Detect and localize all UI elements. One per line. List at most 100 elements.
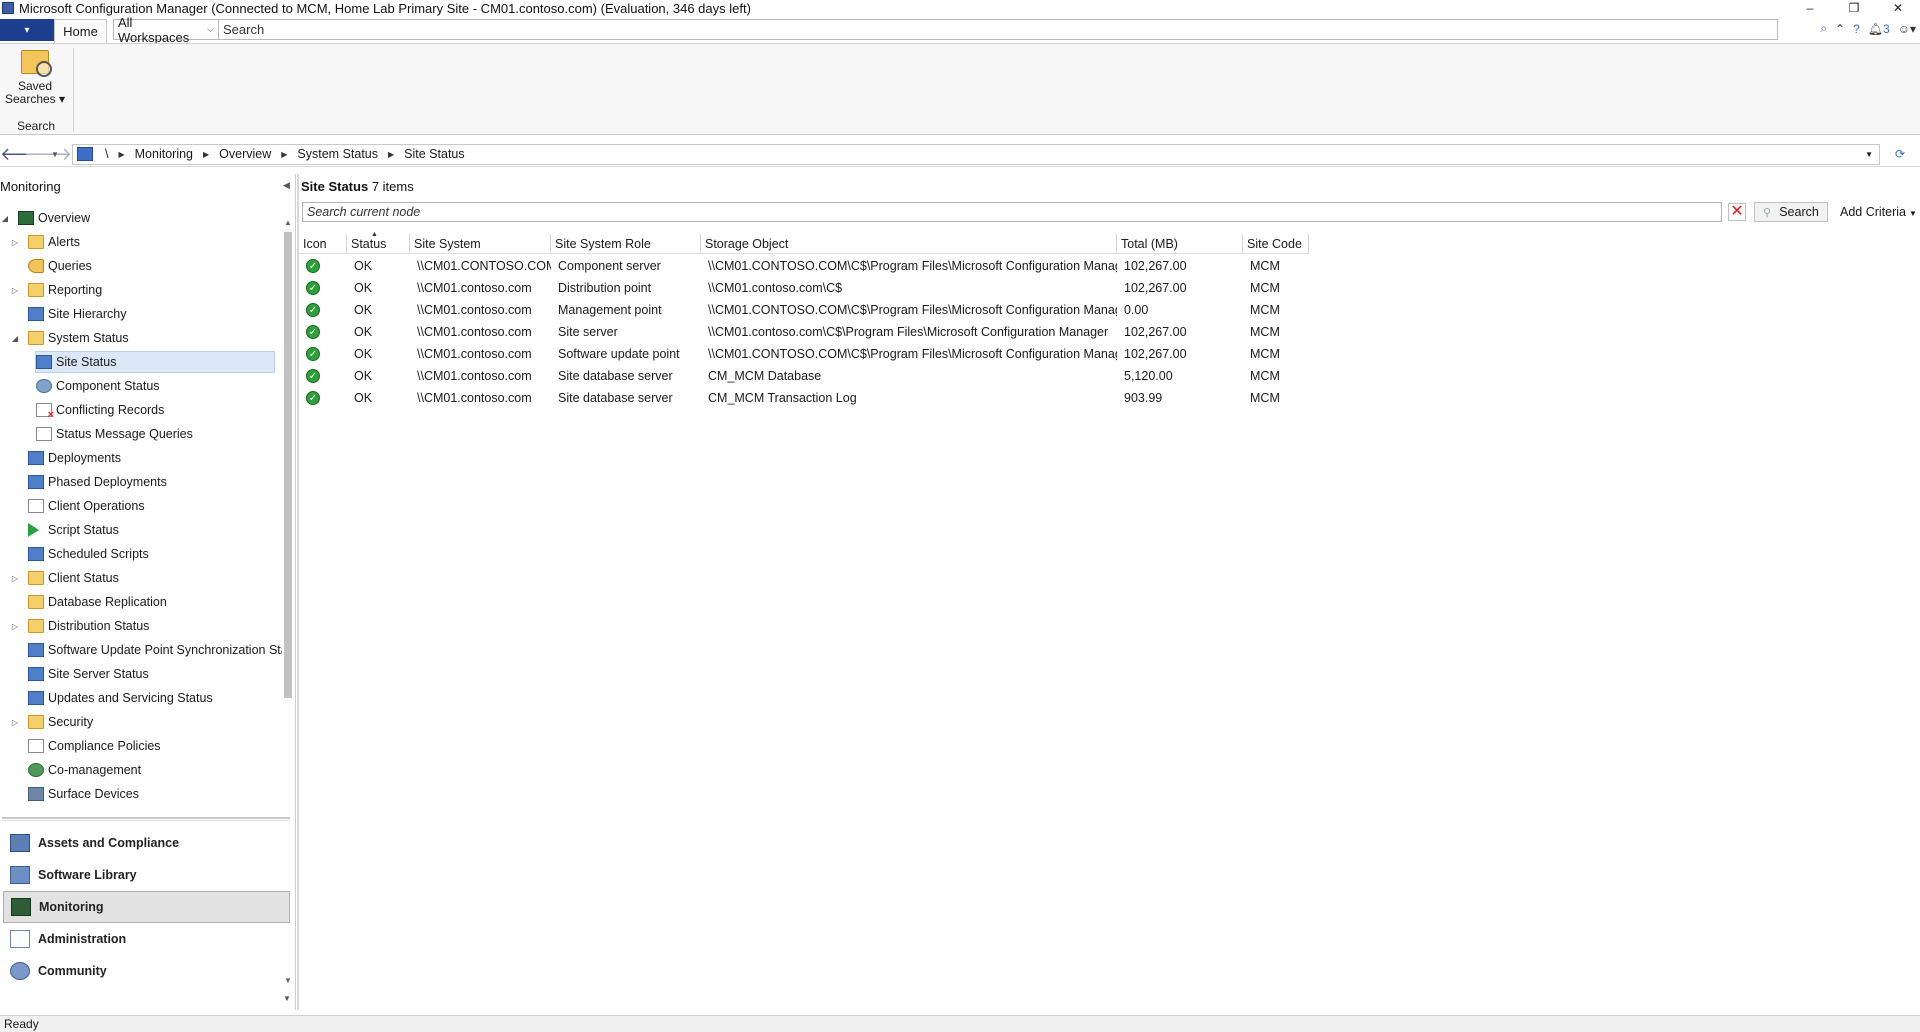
breadcrumb-overview[interactable]: Overview <box>215 147 275 161</box>
expand-toggle-icon[interactable]: ▷ <box>10 286 20 295</box>
scrollbar-thumb[interactable] <box>284 232 292 698</box>
nav-item[interactable]: Conflicting Records <box>0 398 282 422</box>
nav-item[interactable]: ◢ Overview <box>0 206 282 230</box>
cell-site-system: \\CM01.contoso.com <box>417 369 532 383</box>
restore-button[interactable]: ❐ <box>1832 0 1876 16</box>
expand-toggle-icon[interactable]: ◢ <box>0 214 10 223</box>
expand-toggle-icon[interactable]: ▷ <box>10 574 20 583</box>
workspace-admin[interactable]: Administration <box>0 923 296 955</box>
address-tools: ⟳ <box>1880 147 1920 161</box>
expand-toggle-icon[interactable]: ◢ <box>10 334 20 343</box>
nav-item[interactable]: Site Hierarchy <box>0 302 282 326</box>
nav-item[interactable]: Software Update Point Synchronization St… <box>0 638 282 662</box>
history-dropdown-icon[interactable]: ▼ <box>48 150 62 159</box>
nav-item[interactable]: Site Status <box>0 350 282 374</box>
breadcrumb-monitoring[interactable]: Monitoring <box>131 147 197 161</box>
nav-item[interactable]: Component Status <box>0 374 282 398</box>
table-row[interactable]: ✓ OK \\CM01.CONTOSO.COM Component server \\C… <box>299 255 1309 277</box>
expand-toggle-icon[interactable]: ▷ <box>10 238 20 247</box>
table-row[interactable]: ✓ OK \\CM01.contoso.com Site database serve… <box>299 387 1309 409</box>
nav-item[interactable]: ◢ System Status <box>0 326 282 350</box>
table-row[interactable]: ✓ OK \\CM01.contoso.com Management point \\C… <box>299 299 1309 321</box>
table-row[interactable]: ✓ OK \\CM01.contoso.com Distribution point \… <box>299 277 1309 299</box>
scroll-up-icon[interactable]: ▲ <box>283 218 293 227</box>
nav-item[interactable]: Status Message Queries <box>0 422 282 446</box>
ribbon-tab-row: ▾ Home All Workspaces ⌵ Search ⌕ ⌃ ? 🔔︎3… <box>0 15 1920 45</box>
nav-item[interactable]: Database Replication <box>0 590 282 614</box>
workspace-library[interactable]: Software Library <box>0 859 296 891</box>
table-row[interactable]: ✓ OK \\CM01.contoso.com Site database serve… <box>299 365 1309 387</box>
nav-item[interactable]: ▷ Reporting <box>0 278 282 302</box>
search-input[interactable]: Search current node <box>302 202 1722 222</box>
nav-item[interactable]: Deployments <box>0 446 282 470</box>
column-header[interactable]: Site System Role <box>551 234 701 254</box>
monitoring-workspace-icon <box>11 898 31 916</box>
close-button[interactable]: ✕ <box>1876 0 1920 16</box>
nav-item[interactable]: ▷ Security <box>0 710 282 734</box>
refresh-icon[interactable]: ⟳ <box>1895 147 1905 161</box>
breadcrumb-root[interactable]: \ <box>101 147 112 161</box>
column-header[interactable]: Site Code <box>1243 234 1309 254</box>
nav-item[interactable]: Scheduled Scripts <box>0 542 282 566</box>
column-header[interactable]: Site System <box>410 234 551 254</box>
cell-site-system: \\CM01.CONTOSO.COM <box>417 259 551 273</box>
minimize-button[interactable]: – <box>1788 0 1832 16</box>
nav-item[interactable]: ▷ Distribution Status <box>0 614 282 638</box>
workspace-community[interactable]: Community <box>0 955 296 987</box>
file-menu-button[interactable]: ▾ <box>0 19 54 41</box>
blue-icon <box>28 307 44 321</box>
search-icon[interactable]: ⌕ <box>1820 21 1827 36</box>
cell-status: OK <box>354 369 373 383</box>
collapse-pane-icon[interactable]: ◀ <box>283 180 290 191</box>
saved-searches-button[interactable]: Saved Searches ▾ <box>4 50 66 106</box>
breadcrumb-separator-icon[interactable]: ▶ <box>275 150 293 159</box>
nav-item[interactable]: ▷ Alerts <box>0 230 282 254</box>
column-header[interactable]: Icon <box>299 234 347 254</box>
breadcrumb-separator-icon[interactable]: ▶ <box>382 150 400 159</box>
back-arrow-icon[interactable]: 🡐 <box>0 144 48 165</box>
column-header[interactable]: Status ▲ <box>347 231 410 254</box>
nav-item-label: Scheduled Scripts <box>48 547 149 561</box>
collapse-ribbon-icon[interactable]: ⌃ <box>1835 22 1845 36</box>
workspace-assets[interactable]: Assets and Compliance <box>0 827 296 859</box>
nav-item[interactable]: Script Status <box>0 518 282 542</box>
clear-search-icon[interactable]: ✕ <box>1728 203 1746 221</box>
workspace-monitoring[interactable]: Monitoring <box>3 891 290 923</box>
nav-item[interactable]: Queries <box>0 254 282 278</box>
breadcrumb-system-status[interactable]: System Status <box>293 147 382 161</box>
nav-item[interactable]: Surface Devices <box>0 782 282 806</box>
breadcrumb-separator-icon[interactable]: ▶ <box>112 150 130 159</box>
nav-item[interactable]: Updates and Servicing Status <box>0 686 282 710</box>
feedback-icon[interactable]: ☺▾ <box>1898 22 1916 36</box>
pane-splitter[interactable] <box>2 817 290 821</box>
workspace-select[interactable]: All Workspaces ⌵ <box>113 15 219 45</box>
global-search-input[interactable]: Search <box>219 19 1778 40</box>
expand-toggle-icon[interactable]: ▷ <box>10 718 20 727</box>
folder-icon <box>28 235 44 249</box>
tab-home[interactable]: Home <box>54 19 107 43</box>
breadcrumb-separator-icon[interactable]: ▶ <box>197 150 215 159</box>
nav-item[interactable]: Site Server Status <box>0 662 282 686</box>
address-dropdown-icon[interactable]: ▼ <box>1865 150 1873 159</box>
nav-item[interactable]: Phased Deployments <box>0 470 282 494</box>
nav-item-label: Co-management <box>48 763 142 777</box>
workspace-label: Assets and Compliance <box>38 836 180 850</box>
table-row[interactable]: ✓ OK \\CM01.contoso.com Site server \\CM01.c… <box>299 321 1309 343</box>
status-text: Ready <box>4 1017 39 1031</box>
column-header[interactable]: Storage Object <box>701 234 1117 254</box>
table-row[interactable]: ✓ OK \\CM01.contoso.com Software update poi… <box>299 343 1309 365</box>
expand-toggle-icon[interactable]: ▷ <box>10 622 20 631</box>
forward-arrow-icon[interactable]: 🡒 <box>24 144 72 165</box>
icon-cell: ✓ <box>299 347 347 361</box>
breadcrumb-site-status[interactable]: Site Status <box>400 147 468 161</box>
help-icon[interactable]: ? <box>1853 22 1860 36</box>
notifications-button[interactable]: 🔔︎3 <box>1868 22 1890 36</box>
nav-item[interactable]: Compliance Policies <box>0 734 282 758</box>
nav-item[interactable]: Co-management <box>0 758 282 782</box>
nav-item[interactable]: Client Operations <box>0 494 282 518</box>
configure-buttons-icon[interactable]: ▼ <box>283 994 291 1003</box>
add-criteria-button[interactable]: Add Criteria ▼ <box>1840 205 1917 219</box>
column-header[interactable]: Total (MB) <box>1117 234 1243 254</box>
nav-item[interactable]: ▷ Client Status <box>0 566 282 590</box>
search-button[interactable]: ⚲ Search <box>1754 202 1828 222</box>
